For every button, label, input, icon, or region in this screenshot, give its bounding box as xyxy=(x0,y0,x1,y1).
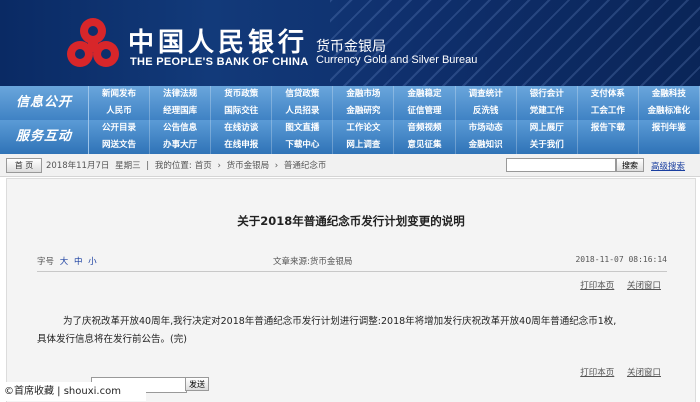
breadcrumb: 2018年11月7日 星期三 | 我的位置: 首页 › 货币金银局 › 普通纪念币 xyxy=(46,159,329,171)
search-input[interactable] xyxy=(506,158,616,172)
nav-info-item[interactable]: 金融标准化 xyxy=(639,103,700,120)
main-nav: 信息公开 新闻发布 法律法规 货币政策 信贷政策 金融市场 金融稳定 调查统计 银行会计 支付体… xyxy=(0,86,700,154)
watermark: ©首席收藏 | shouxi.com xyxy=(0,382,146,401)
article-source: 文章来源:货币金银局 xyxy=(273,257,353,267)
nav-service-item[interactable]: 市场动态 xyxy=(456,120,517,137)
nav-info-item[interactable]: 国际交往 xyxy=(211,103,273,120)
bank-name-cn: 中国人民银行 xyxy=(128,28,309,58)
nav-info-item[interactable]: 金融市场 xyxy=(333,86,395,103)
breadcrumb-arrow-icon: › xyxy=(217,161,221,171)
font-medium-link[interactable]: 中 xyxy=(74,257,83,267)
nav-service-item[interactable]: 报刊年鉴 xyxy=(639,120,700,137)
article-panel: 关于2018年普通纪念币发行计划变更的说明 字号 大 中 小 文章来源:货币金银… xyxy=(6,178,696,402)
nav-service-item[interactable]: 公开目录 xyxy=(89,120,151,137)
nav-service-item[interactable]: 办事大厅 xyxy=(150,137,212,154)
nav-info-item[interactable]: 党建工作 xyxy=(517,103,578,120)
nav-service-item[interactable]: 关于我们 xyxy=(517,137,578,154)
nav-info-item[interactable]: 调查统计 xyxy=(456,86,517,103)
search-button[interactable]: 搜索 xyxy=(616,158,644,172)
breadcrumb-page[interactable]: 普通纪念币 xyxy=(284,161,327,171)
separator: | xyxy=(146,161,150,171)
article-datetime: 2018-11-07 08:16:14 xyxy=(575,255,667,264)
nav-info-item[interactable]: 银行会计 xyxy=(517,86,578,103)
divider xyxy=(37,271,667,272)
nav-info-item[interactable]: 征信管理 xyxy=(394,103,456,120)
article-actions-top: 打印本页 关闭窗口 xyxy=(570,279,661,291)
nav-grid-service: 公开目录 公告信息 在线访谈 图文直播 工作论文 音频视频 市场动态 网上展厅 报告下载 报刊年鉴… xyxy=(89,120,700,154)
nav-info-item[interactable]: 经理国库 xyxy=(150,103,212,120)
nav-info-item[interactable]: 货币政策 xyxy=(211,86,273,103)
location-label: 我的位置: xyxy=(154,161,192,171)
nav-label-info: 信息公开 xyxy=(0,86,89,120)
send-button[interactable]: 发送 xyxy=(185,377,209,391)
article-paragraph: 具体发行信息将在发行前公告。(完) xyxy=(37,334,187,345)
utility-bar: 首 页 2018年11月7日 星期三 | 我的位置: 首页 › 货币金银局 › 普… xyxy=(0,154,700,177)
nav-label-service: 服务互动 xyxy=(0,120,89,154)
nav-service-item[interactable]: 音频视频 xyxy=(394,120,456,137)
nav-info-item[interactable]: 法律法规 xyxy=(150,86,212,103)
nav-info-item[interactable]: 支付体系 xyxy=(578,86,639,103)
nav-info-item[interactable]: 人员招录 xyxy=(272,103,334,120)
nav-service-item[interactable]: 网上展厅 xyxy=(517,120,578,137)
nav-service-item[interactable]: 网送文告 xyxy=(89,137,151,154)
close-window-link[interactable]: 关闭窗口 xyxy=(627,281,661,291)
bureau-name-en: Currency Gold and Silver Bureau xyxy=(316,54,478,66)
bureau-name-cn: 货币金银局 xyxy=(316,39,386,55)
nav-row-info: 信息公开 新闻发布 法律法规 货币政策 信贷政策 金融市场 金融稳定 调查统计 银行会计 支付体… xyxy=(0,86,700,120)
print-page-link[interactable]: 打印本页 xyxy=(580,281,614,291)
font-size-label: 字号 xyxy=(37,257,55,267)
nav-service-item[interactable]: 在线访谈 xyxy=(211,120,273,137)
nav-grid-info: 新闻发布 法律法规 货币政策 信贷政策 金融市场 金融稳定 调查统计 银行会计 支付体系 金融科技… xyxy=(89,86,700,120)
breadcrumb-bureau[interactable]: 货币金银局 xyxy=(227,161,270,171)
nav-service-item[interactable]: 意见征集 xyxy=(394,137,456,154)
nav-info-item[interactable]: 人民币 xyxy=(89,103,151,120)
nav-service-item[interactable]: 公告信息 xyxy=(150,120,212,137)
close-window-link[interactable]: 关闭窗口 xyxy=(627,368,661,378)
print-page-link[interactable]: 打印本页 xyxy=(580,368,614,378)
font-small-link[interactable]: 小 xyxy=(88,257,97,267)
current-weekday: 星期三 xyxy=(115,161,141,171)
nav-row-service: 服务互动 公开目录 公告信息 在线访谈 图文直播 工作论文 音频视频 市场动态 网上展厅 报告下… xyxy=(0,120,700,154)
nav-info-item[interactable]: 反洗钱 xyxy=(456,103,517,120)
article-body: 为了庆祝改革开放40周年,我行决定对2018年普通纪念币发行计划进行调整:201… xyxy=(37,313,667,349)
nav-service-item[interactable]: 网上调查 xyxy=(333,137,395,154)
nav-info-item[interactable]: 金融科技 xyxy=(639,86,700,103)
nav-info-item[interactable]: 金融研究 xyxy=(333,103,395,120)
nav-info-item[interactable]: 信贷政策 xyxy=(272,86,334,103)
article-title: 关于2018年普通纪念币发行计划变更的说明 xyxy=(237,214,465,228)
article-actions-bottom: 打印本页 关闭窗口 xyxy=(570,366,661,378)
article-meta: 字号 大 中 小 文章来源:货币金银局 2018-11-07 08:16:14 xyxy=(37,255,667,269)
nav-info-item[interactable]: 金融稳定 xyxy=(394,86,456,103)
breadcrumb-arrow-icon: › xyxy=(274,161,279,171)
nav-service-item[interactable]: 工作论文 xyxy=(333,120,395,137)
nav-service-item[interactable]: 在线申报 xyxy=(211,137,273,154)
nav-service-item[interactable]: 金融知识 xyxy=(456,137,517,154)
article-paragraph: 为了庆祝改革开放40周年,我行决定对2018年普通纪念币发行计划进行调整:201… xyxy=(63,316,617,327)
home-button[interactable]: 首 页 xyxy=(6,158,42,173)
nav-service-item[interactable]: 下载中心 xyxy=(272,137,334,154)
header-banner: 中国人民银行 THE PEOPLE'S BANK OF CHINA 货币金银局 … xyxy=(0,0,700,86)
font-large-link[interactable]: 大 xyxy=(60,257,69,267)
nav-service-item[interactable]: 报告下载 xyxy=(578,120,639,137)
bank-name-en: THE PEOPLE'S BANK OF CHINA xyxy=(130,56,309,68)
font-size-controls: 字号 大 中 小 xyxy=(37,255,97,267)
nav-info-item[interactable]: 工会工作 xyxy=(578,103,639,120)
pboc-emblem-icon xyxy=(67,18,119,67)
advanced-search-link[interactable]: 高级搜索 xyxy=(651,160,685,172)
nav-info-item[interactable]: 新闻发布 xyxy=(89,86,151,103)
current-date: 2018年11月7日 xyxy=(46,161,110,171)
nav-service-item xyxy=(639,137,700,154)
nav-service-item xyxy=(578,137,639,154)
nav-service-item[interactable]: 图文直播 xyxy=(272,120,334,137)
breadcrumb-home[interactable]: 首页 xyxy=(195,161,212,171)
